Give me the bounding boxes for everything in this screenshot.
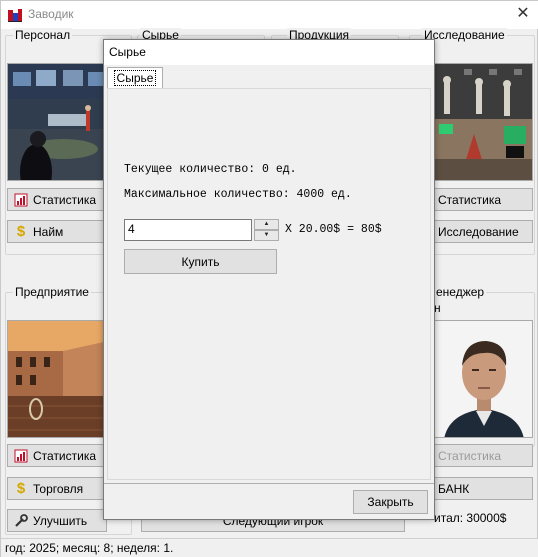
stats-chart-icon (13, 192, 29, 208)
research-label: Исследование (438, 224, 519, 239)
status-bar: год: 2025; месяц: 8; неделя: 1. (1, 538, 538, 557)
buy-label: Купить (181, 254, 220, 269)
status-text: год: 2025; месяц: 8; неделя: 1. (5, 541, 174, 555)
stats-personnel-button[interactable]: Статистика (7, 188, 107, 211)
capital-value: итал: 30000$ (434, 511, 507, 525)
bank-label: БАНК (438, 481, 470, 496)
research-image (433, 63, 533, 181)
stats-research-button[interactable]: Статистика (433, 188, 533, 211)
personnel-group-title: Персонал (13, 28, 73, 42)
wrench-icon (13, 513, 29, 529)
dollar-icon: $ (16, 223, 26, 240)
manager-group-title: енеджер (434, 285, 487, 299)
hire-label: Найм (33, 224, 64, 239)
hire-button[interactable]: $ Найм (7, 220, 107, 243)
current-quantity: Текущее количество: 0 ед. (124, 163, 297, 176)
stats-enterprise-button[interactable]: Статистика (7, 444, 107, 467)
dialog-close-button[interactable]: Закрыть (353, 490, 428, 514)
tab-raw-material-label: Сырье (113, 70, 157, 86)
dialog-close-label: Закрыть (367, 495, 414, 509)
stats-enterprise-label: Статистика (33, 448, 97, 463)
dialog-title: Сырье (104, 40, 434, 65)
bank-button[interactable]: БАНК (433, 477, 533, 500)
manager-photo (433, 320, 533, 438)
close-icon[interactable]: ✕ (513, 4, 533, 24)
stats-manager-label: Статистика (438, 448, 502, 463)
dialog-footer-divider (104, 483, 434, 484)
stats-personnel-label: Статистика (33, 192, 97, 207)
dollar-icon: $ (16, 480, 26, 497)
title-bar: Заводик ✕ (1, 1, 538, 29)
stats-research-label: Статистика (438, 192, 502, 207)
app-icon (8, 9, 22, 22)
research-button[interactable]: Исследование (433, 220, 533, 243)
quantity-input[interactable]: 4 (124, 219, 252, 241)
spin-down-icon[interactable]: ▼ (254, 230, 279, 241)
max-quantity: Максимальное количество: 4000 ед. (124, 188, 352, 201)
upgrade-button[interactable]: Улучшить (7, 509, 107, 532)
enterprise-image (7, 320, 107, 438)
buy-button[interactable]: Купить (124, 249, 277, 274)
tab-raw-material[interactable]: Сырье (107, 67, 163, 89)
trade-button[interactable]: $ Торговля (7, 477, 107, 500)
dialog-tab-page: Текущее количество: 0 ед. Максимальное к… (107, 88, 431, 480)
spin-up-icon[interactable]: ▲ (254, 219, 279, 230)
trade-label: Торговля (33, 481, 84, 496)
raw-material-dialog: Сырье Сырье Текущее количество: 0 ед. Ма… (103, 39, 435, 520)
upgrade-label: Улучшить (33, 513, 88, 528)
quantity-value: 4 (128, 222, 135, 236)
window-title: Заводик (28, 7, 74, 21)
app-window: Заводик ✕ Персонал Статистика $ Найм Сыр… (0, 0, 538, 557)
price-formula: X 20.00$ = 80$ (285, 223, 382, 236)
stats-manager-button[interactable]: Статистика (433, 444, 533, 467)
personnel-image (7, 63, 107, 181)
stats-chart-icon (13, 448, 29, 464)
enterprise-group-title: Предприятие (13, 285, 91, 299)
